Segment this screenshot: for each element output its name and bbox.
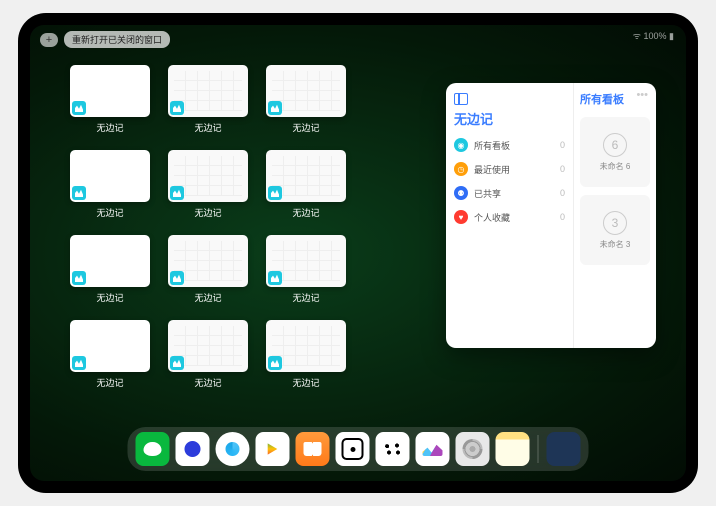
filter-row[interactable]: ◷ 最近使用 0 xyxy=(454,162,565,176)
freeform-icon xyxy=(72,271,86,285)
app-label: 无边记 xyxy=(194,121,221,134)
freeform-icon xyxy=(268,186,282,200)
board-card[interactable]: 6 未命名 6 xyxy=(580,117,650,187)
play-icon[interactable] xyxy=(256,432,290,466)
app-window[interactable]: 无边记 xyxy=(168,320,248,389)
freeform-icon xyxy=(72,101,86,115)
filter-count: 0 xyxy=(560,164,565,174)
window-thumbnail xyxy=(266,150,346,202)
dice-icon[interactable] xyxy=(336,432,370,466)
new-window-button[interactable]: + xyxy=(40,33,58,47)
popover-content: ••• 所有看板 6未命名 63未命名 3 xyxy=(574,83,656,348)
window-thumbnail xyxy=(168,235,248,287)
window-thumbnail xyxy=(70,65,150,117)
app-label: 无边记 xyxy=(194,291,221,304)
popover-title: 无边记 xyxy=(454,109,565,128)
app-window[interactable]: 无边记 xyxy=(168,235,248,304)
filter-label: 个人收藏 xyxy=(474,211,510,224)
app-window[interactable]: 无边记 xyxy=(70,150,150,219)
more-button[interactable]: ••• xyxy=(636,89,648,101)
filter-label: 已共享 xyxy=(474,187,501,200)
app-library-icon[interactable] xyxy=(547,432,581,466)
dock-separator xyxy=(538,435,539,463)
app-window[interactable]: 无边记 xyxy=(70,320,150,389)
board-sketch: 6 xyxy=(603,133,627,157)
app-window[interactable]: 无边记 xyxy=(168,65,248,134)
app-label: 无边记 xyxy=(96,206,123,219)
window-thumbnail xyxy=(70,320,150,372)
window-thumbnail xyxy=(168,150,248,202)
board-name: 未命名 3 xyxy=(600,239,631,250)
notes-icon[interactable] xyxy=(496,432,530,466)
freeform-icon xyxy=(72,186,86,200)
app-label: 无边记 xyxy=(194,206,221,219)
app-window[interactable]: 无边记 xyxy=(70,65,150,134)
graph-icon[interactable] xyxy=(376,432,410,466)
window-thumbnail xyxy=(266,320,346,372)
filter-label: 所有看板 xyxy=(474,139,510,152)
app-label: 无边记 xyxy=(96,121,123,134)
filter-count: 0 xyxy=(560,188,565,198)
app-window[interactable]: 无边记 xyxy=(266,320,346,389)
app-label: 无边记 xyxy=(292,376,319,389)
board-card[interactable]: 3 未命名 3 xyxy=(580,195,650,265)
sidebar-icon xyxy=(454,93,468,105)
filter-icon: ⚉ xyxy=(454,186,468,200)
app-label: 无边记 xyxy=(292,206,319,219)
app-label: 无边记 xyxy=(96,376,123,389)
status-bar: ᯤ 100% ▮ xyxy=(633,29,674,42)
filter-row[interactable]: ⚉ 已共享 0 xyxy=(454,186,565,200)
wechat-icon[interactable] xyxy=(136,432,170,466)
app-label: 无边记 xyxy=(194,376,221,389)
freeform-icon xyxy=(170,186,184,200)
board-sketch: 3 xyxy=(603,211,627,235)
freeform-icon xyxy=(72,356,86,370)
filter-icon: ◷ xyxy=(454,162,468,176)
ipad-frame: ᯤ 100% ▮ + 重新打开已关闭的窗口 无边记无边记无边记无边记无边记无边记… xyxy=(18,13,698,493)
filter-row[interactable]: ◉ 所有看板 0 xyxy=(454,138,565,152)
app-label: 无边记 xyxy=(96,291,123,304)
freeform-icon xyxy=(170,101,184,115)
board-name: 未命名 6 xyxy=(600,161,631,172)
top-bar: + 重新打开已关闭的窗口 xyxy=(40,31,170,48)
window-thumbnail xyxy=(70,235,150,287)
app-window[interactable]: 无边记 xyxy=(70,235,150,304)
filter-count: 0 xyxy=(560,212,565,222)
filter-icon: ♥ xyxy=(454,210,468,224)
freeform-popover: 无边记 ◉ 所有看板 0 ◷ 最近使用 0 ⚉ 已共享 0 ♥ 个人收藏 0 ••• 所有看板 6 未命… xyxy=(446,83,656,348)
books-icon[interactable] xyxy=(296,432,330,466)
freeform-icon xyxy=(268,101,282,115)
app-window[interactable]: 无边记 xyxy=(266,65,346,134)
freeform-icon xyxy=(170,271,184,285)
freeform-icon xyxy=(170,356,184,370)
settings-icon[interactable] xyxy=(456,432,490,466)
filter-count: 0 xyxy=(560,140,565,150)
popover-sidebar: 无边记 ◉ 所有看板 0 ◷ 最近使用 0 ⚉ 已共享 0 ♥ 个人收藏 0 xyxy=(446,83,574,348)
app-label: 无边记 xyxy=(292,291,319,304)
window-thumbnail xyxy=(266,65,346,117)
filter-label: 最近使用 xyxy=(474,163,510,176)
screen: ᯤ 100% ▮ + 重新打开已关闭的窗口 无边记无边记无边记无边记无边记无边记… xyxy=(30,25,686,481)
freeform-icon[interactable] xyxy=(416,432,450,466)
app-window[interactable]: 无边记 xyxy=(266,235,346,304)
filter-row[interactable]: ♥ 个人收藏 0 xyxy=(454,210,565,224)
window-thumbnail xyxy=(168,65,248,117)
window-thumbnail xyxy=(266,235,346,287)
multitask-grid: 无边记无边记无边记无边记无边记无边记无边记无边记无边记无边记无边记无边记 xyxy=(70,65,440,389)
window-thumbnail xyxy=(168,320,248,372)
app-label: 无边记 xyxy=(292,121,319,134)
dock xyxy=(128,427,589,471)
reopen-closed-window-button[interactable]: 重新打开已关闭的窗口 xyxy=(64,31,170,48)
freeform-icon xyxy=(268,356,282,370)
quark-icon[interactable] xyxy=(176,432,210,466)
app-window[interactable]: 无边记 xyxy=(266,150,346,219)
freeform-icon xyxy=(268,271,282,285)
browser-icon[interactable] xyxy=(216,432,250,466)
filter-icon: ◉ xyxy=(454,138,468,152)
window-thumbnail xyxy=(70,150,150,202)
app-window[interactable]: 无边记 xyxy=(168,150,248,219)
